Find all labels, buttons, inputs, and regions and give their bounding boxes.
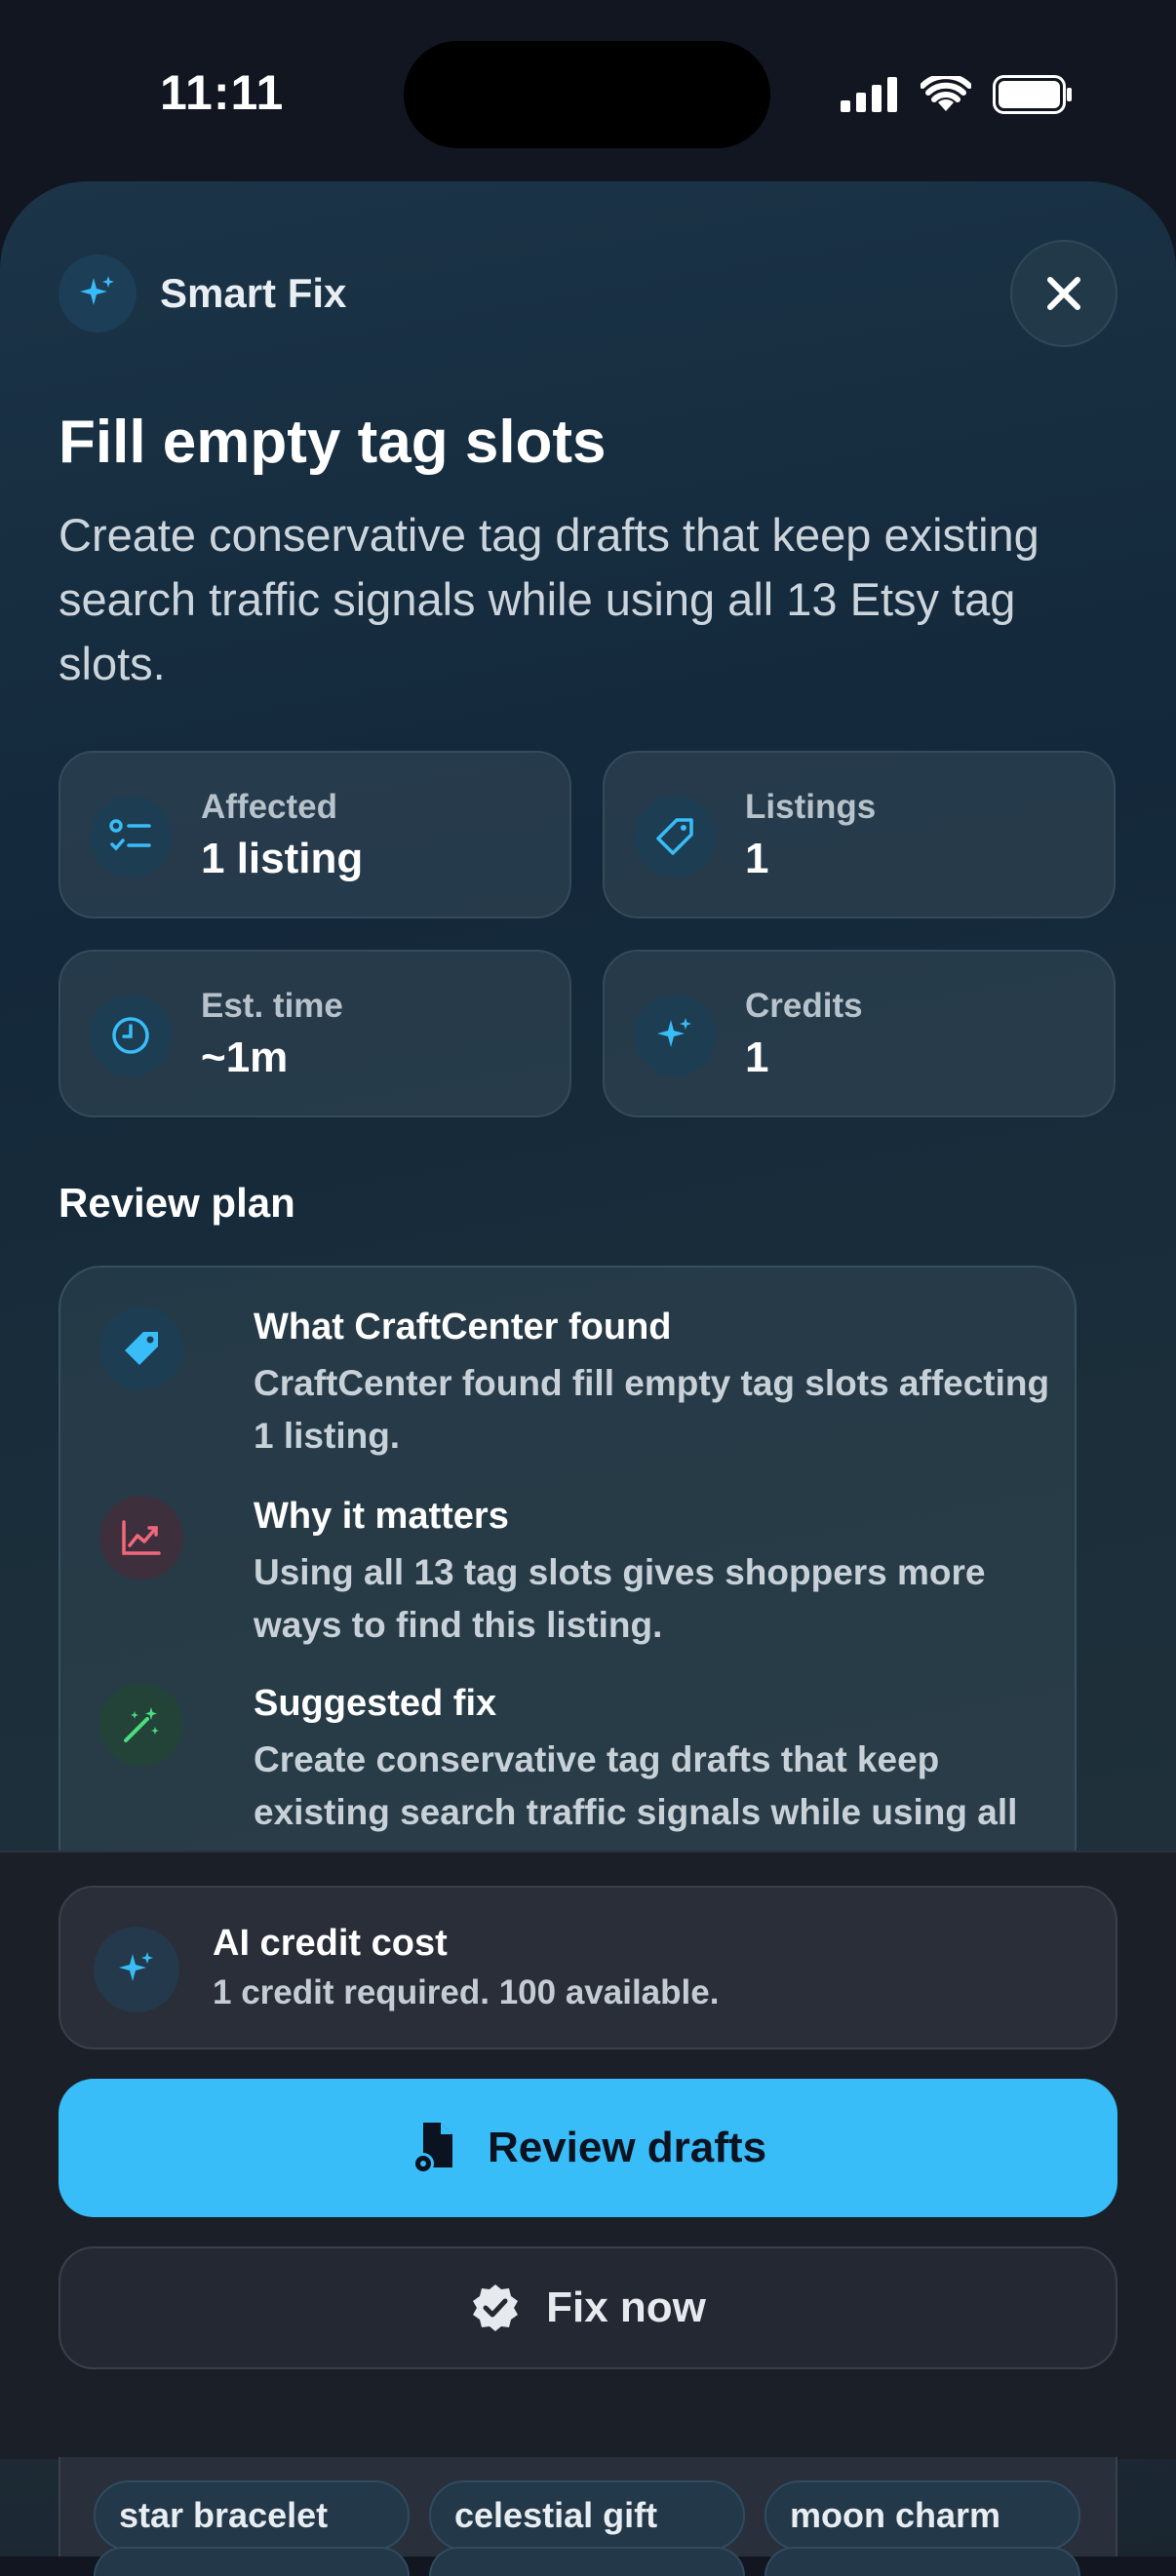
trend-chart-icon xyxy=(99,1496,183,1580)
plan-item-title: Why it matters xyxy=(254,1496,509,1537)
tag-chip[interactable]: moon charm xyxy=(764,2480,1080,2551)
stat-value: 1 xyxy=(745,835,769,882)
close-icon xyxy=(1047,277,1080,310)
battery-icon xyxy=(993,75,1072,114)
sheet-header: Smart Fix xyxy=(59,240,1117,347)
document-gear-icon xyxy=(412,2123,452,2174)
credit-subtitle: 1 credit required. 100 available. xyxy=(213,1973,720,2011)
tag-chip-partial[interactable] xyxy=(764,2547,1080,2576)
stat-label: Affected xyxy=(201,788,338,826)
status-time: 11:11 xyxy=(160,65,285,120)
review-plan-title: Review plan xyxy=(59,1180,295,1226)
clock-icon xyxy=(90,995,172,1076)
plan-item-title: What CraftCenter found xyxy=(254,1307,672,1347)
magic-wand-icon xyxy=(99,1683,183,1767)
plan-item-suggested-fix: Suggested fix Create conservative tag dr… xyxy=(99,1683,1036,1858)
stat-label: Listings xyxy=(745,788,877,826)
plan-item-found: What CraftCenter found CraftCenter found… xyxy=(99,1307,1049,1463)
ai-credit-cost: AI credit cost 1 credit required. 100 av… xyxy=(59,1886,1117,2049)
status-icons xyxy=(841,72,1073,117)
action-panel: AI credit cost 1 credit required. 100 av… xyxy=(0,1851,1176,2459)
plan-item-desc: Using all 13 tag slots gives shoppers mo… xyxy=(254,1552,986,1645)
credit-title: AI credit cost xyxy=(213,1923,448,1964)
stat-value: 1 listing xyxy=(201,835,364,882)
tag-chip[interactable]: star bracelet xyxy=(94,2480,410,2551)
stat-value: ~1m xyxy=(201,1034,289,1081)
wifi-icon xyxy=(921,76,971,111)
stat-est-time: Est. time ~1m xyxy=(59,950,571,1117)
review-plan-card: What CraftCenter found CraftCenter found… xyxy=(59,1266,1077,1890)
dynamic-island xyxy=(404,41,770,148)
fix-now-button[interactable]: Fix now xyxy=(59,2246,1117,2369)
status-bar: 11:11 xyxy=(0,0,1176,176)
tag-chip-partial[interactable] xyxy=(94,2547,410,2576)
sparkles-icon xyxy=(59,254,137,332)
sparkles-icon xyxy=(94,1927,179,2012)
stat-value: 1 xyxy=(745,1034,769,1081)
tag-chip[interactable]: celestial gift xyxy=(429,2480,745,2551)
sparkles-icon xyxy=(634,995,716,1076)
tag-icon xyxy=(634,796,716,878)
review-drafts-label: Review drafts xyxy=(487,2124,767,2171)
plan-item-desc: CraftCenter found fill empty tag slots a… xyxy=(254,1363,1050,1456)
close-button[interactable] xyxy=(1010,240,1117,347)
stat-label: Est. time xyxy=(201,987,343,1025)
verified-check-icon xyxy=(473,2284,519,2331)
plan-item-title: Suggested fix xyxy=(254,1683,497,1724)
sheet-title: Smart Fix xyxy=(160,270,347,316)
page-description: Create conservative tag drafts that keep… xyxy=(59,509,1039,689)
plan-item-why: Why it matters Using all 13 tag slots gi… xyxy=(99,1496,1036,1652)
plan-item-desc: Create conservative tag drafts that keep… xyxy=(254,1739,1018,1832)
stat-label: Credits xyxy=(745,987,863,1025)
stat-credits: Credits 1 xyxy=(603,950,1116,1117)
stat-listings: Listings 1 xyxy=(603,751,1116,918)
page-heading: Fill empty tag slots xyxy=(59,409,607,476)
review-drafts-button[interactable]: Review drafts xyxy=(59,2079,1117,2217)
checklist-icon xyxy=(90,796,172,878)
tag-chip-partial[interactable] xyxy=(429,2547,745,2576)
stat-affected: Affected 1 listing xyxy=(59,751,571,918)
tag-icon xyxy=(99,1307,183,1390)
signal-icon xyxy=(841,77,897,112)
fix-now-label: Fix now xyxy=(546,2283,706,2331)
